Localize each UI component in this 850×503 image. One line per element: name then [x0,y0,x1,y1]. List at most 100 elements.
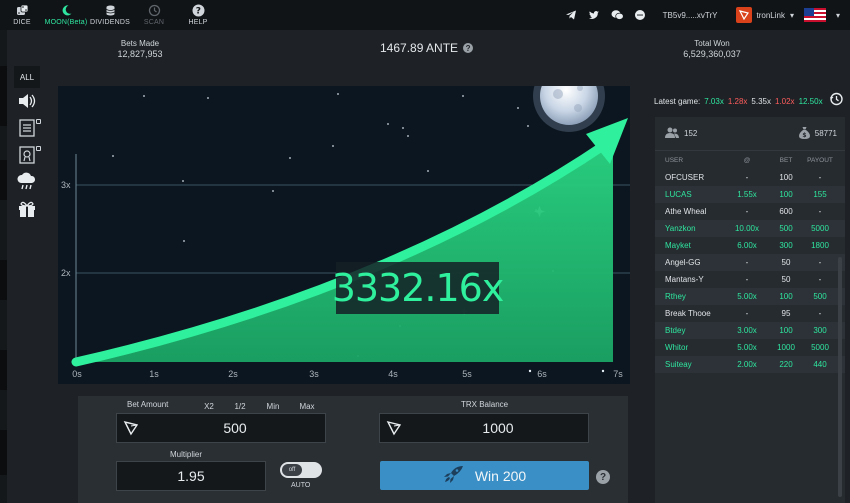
question-icon: ? [192,4,205,17]
flag-chevron-down-icon: ▾ [835,10,840,20]
svg-text:?: ? [195,7,200,17]
cell-user: OFCUSER [665,173,705,182]
rain-cloud-icon [16,172,38,197]
money-bag-icon: $ [798,126,810,141]
stats-button[interactable] [14,118,41,143]
x-tick-label: 5s [462,369,472,379]
lock-icon [36,119,41,124]
max-button[interactable]: Max [295,400,319,412]
table-row: Btdey 3.00x 100 300 [655,322,845,339]
total-won-stat: Total Won 6,529,360,037 [676,39,748,59]
players-panel-header: 152 $ 58771 [655,117,845,151]
ante-help-icon[interactable]: ? [463,43,474,53]
col-at: @ [743,156,751,164]
document-icon [18,118,36,143]
multiplier-value: 1.95 [177,468,205,484]
trx-balance-label: TRX Balance [461,400,509,409]
all-filter-button[interactable]: ALL [14,66,40,88]
wallet-address[interactable]: TB5v9.....xvTrY [663,11,718,20]
nav-dividends-label: DIVIDENDS [90,19,130,26]
cell-at: 10.00x [734,224,760,233]
wechat-icon[interactable] [611,9,624,22]
table-row: Whitor 5.00x 1000 5000 [655,339,845,356]
tronlink-dropdown[interactable]: tronLink ▾ [735,7,794,23]
cell-payout: 155 [813,190,827,199]
cell-user: Break Thooe [665,309,711,318]
x2-button[interactable]: X2 [199,400,219,412]
nav-moon[interactable]: MOON(Beta) [44,0,88,30]
win-button[interactable]: Win 200 [380,461,589,490]
y-tick-label: 2x [61,268,71,278]
left-edge-strip [0,30,7,503]
nav-help-label: HELP [188,19,208,26]
trx-balance-value: 1000 [482,420,514,436]
game-canvas: 3x 2x 0s 1s 2s 3s 4s 5s 6s 7s [61,86,630,379]
nav-scan[interactable]: SCAN [132,0,176,30]
star [332,145,334,147]
cell-bet: 50 [781,258,791,267]
nav-help[interactable]: ? HELP [176,0,220,30]
history-icon[interactable] [829,92,843,106]
nav-dice-label: DICE [13,19,31,26]
min-button[interactable]: Min [262,400,284,412]
nav-dividends[interactable]: DIVIDENDS [88,0,132,30]
us-flag-icon[interactable] [803,8,826,22]
col-payout: PAYOUT [807,156,833,164]
twitter-icon[interactable] [588,9,601,22]
cell-bet: 100 [779,173,793,182]
multiplier-field[interactable]: 1.95 [116,461,266,491]
coins-icon [104,4,117,17]
cell-user: Angel-GG [665,258,701,267]
cell-bet: 300 [779,241,793,250]
nav-scan-label: SCAN [143,19,165,26]
trx-balance-field: 1000 [379,413,589,443]
table-row: Mantans-Y - 50 - [655,271,845,288]
latest-game-value: 1.28x [727,97,748,106]
bets-made-label: Bets Made [120,39,160,48]
half-button[interactable]: 1/2 [229,400,251,412]
gift-button[interactable] [14,199,40,223]
table-row: Angel-GG - 50 - [655,254,845,271]
latest-game-value: 12.50x [798,97,823,106]
bets-made-value: 12,827,953 [117,49,163,59]
star [407,135,409,137]
bet-amount-value: 500 [223,420,247,436]
latest-game-value: 5.35x [751,97,771,106]
svg-text:$: $ [802,132,806,139]
cell-at: - [745,173,749,182]
cell-payout: - [818,207,822,216]
star [112,155,114,157]
players-scrollbar[interactable] [838,257,842,497]
badge-button[interactable] [14,145,41,169]
pot-total-value: 58771 [814,129,837,138]
col-bet: BET [779,156,793,164]
cell-at: - [745,275,749,284]
table-row: Break Thooe - 95 - [655,305,845,322]
nav-dice[interactable]: DICE [0,0,44,30]
star [143,95,145,97]
cell-payout: 440 [813,360,827,369]
cell-bet: 600 [779,207,793,216]
rain-button[interactable] [14,172,40,196]
dice-icon [16,4,29,17]
chat-icon[interactable] [634,9,647,22]
latest-game-bar: Latest game: 7.03x 1.28x 5.35x 1.02x 12.50x [654,97,823,106]
telegram-icon[interactable] [565,9,578,22]
star [272,190,274,192]
cell-user: Mantans-Y [665,275,704,284]
sound-button[interactable] [14,91,40,115]
bet-amount-field[interactable]: 500 [116,413,326,443]
left-sidebar: ALL [14,66,41,223]
nav-moon-label: MOON(Beta) [44,19,88,26]
bet-help-icon[interactable]: ? [596,470,610,484]
cell-user: Mayket [665,241,691,250]
cell-at: 3.00x [737,326,757,335]
cell-at: 6.00x [737,241,757,250]
star [387,123,389,125]
table-row: OFCUSER - 100 - [655,169,845,186]
auto-toggle[interactable]: off [280,462,322,478]
multiplier-label: Multiplier [170,450,203,459]
star [517,107,519,109]
x-tick-label: 2s [228,369,238,379]
star [207,97,209,99]
